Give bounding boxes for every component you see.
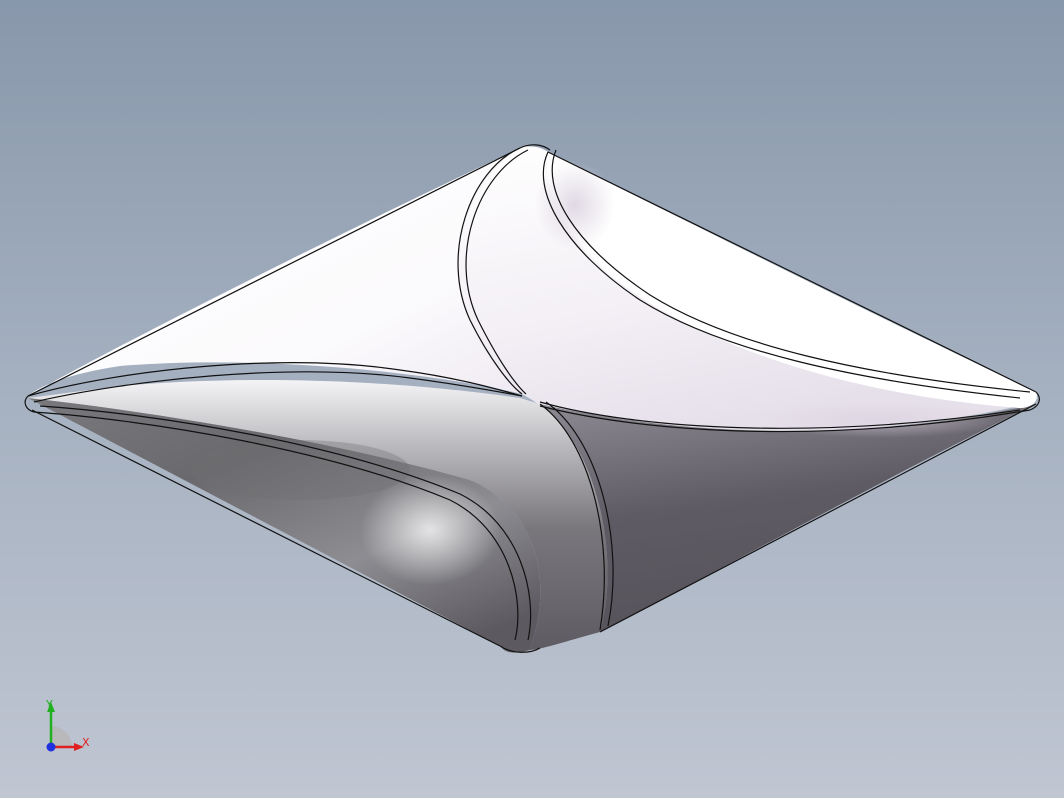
part-model[interactable] — [0, 0, 1064, 798]
lower-right-face[interactable] — [540, 404, 1036, 632]
graphics-viewport[interactable]: X Y — [0, 0, 1064, 798]
axis-x-label: X — [82, 736, 90, 749]
axis-y-label: Y — [46, 698, 53, 711]
